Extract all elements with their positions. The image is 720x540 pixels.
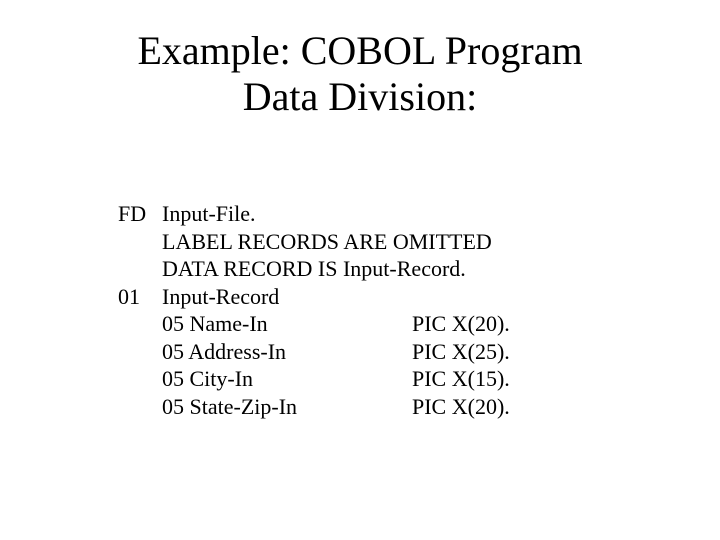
field-pic: PIC X(15). bbox=[412, 365, 618, 393]
code-text: Input-Record bbox=[162, 283, 279, 311]
field-pic: PIC X(25). bbox=[412, 338, 618, 366]
level-blank bbox=[118, 228, 162, 256]
code-line: LABEL RECORDS ARE OMITTED bbox=[118, 228, 618, 256]
code-line: 05 Name-In PIC X(20). bbox=[118, 310, 618, 338]
field-row: 05 Name-In PIC X(20). bbox=[162, 310, 618, 338]
field-row: 05 State-Zip-In PIC X(20). bbox=[162, 393, 618, 421]
field-name: 05 State-Zip-In bbox=[162, 393, 412, 421]
title-line-1: Example: COBOL Program bbox=[0, 28, 720, 74]
level-blank bbox=[118, 310, 162, 338]
code-text: Input-File. bbox=[162, 200, 256, 228]
code-line: DATA RECORD IS Input-Record. bbox=[118, 255, 618, 283]
code-text: LABEL RECORDS ARE OMITTED bbox=[162, 228, 492, 256]
field-row: 05 City-In PIC X(15). bbox=[162, 365, 618, 393]
title-line-2: Data Division: bbox=[0, 74, 720, 120]
code-line: FD Input-File. bbox=[118, 200, 618, 228]
code-line: 05 Address-In PIC X(25). bbox=[118, 338, 618, 366]
level-fd: FD bbox=[118, 200, 162, 228]
code-block: FD Input-File. LABEL RECORDS ARE OMITTED… bbox=[118, 200, 618, 420]
code-text: DATA RECORD IS Input-Record. bbox=[162, 255, 466, 283]
level-01: 01 bbox=[118, 283, 162, 311]
field-name: 05 City-In bbox=[162, 365, 412, 393]
code-line: 05 City-In PIC X(15). bbox=[118, 365, 618, 393]
level-blank bbox=[118, 338, 162, 366]
field-pic: PIC X(20). bbox=[412, 310, 618, 338]
field-row: 05 Address-In PIC X(25). bbox=[162, 338, 618, 366]
code-line: 05 State-Zip-In PIC X(20). bbox=[118, 393, 618, 421]
slide: Example: COBOL Program Data Division: FD… bbox=[0, 0, 720, 540]
field-name: 05 Name-In bbox=[162, 310, 412, 338]
level-blank bbox=[118, 393, 162, 421]
field-pic: PIC X(20). bbox=[412, 393, 618, 421]
level-blank bbox=[118, 365, 162, 393]
slide-title: Example: COBOL Program Data Division: bbox=[0, 0, 720, 120]
field-name: 05 Address-In bbox=[162, 338, 412, 366]
code-line: 01 Input-Record bbox=[118, 283, 618, 311]
level-blank bbox=[118, 255, 162, 283]
